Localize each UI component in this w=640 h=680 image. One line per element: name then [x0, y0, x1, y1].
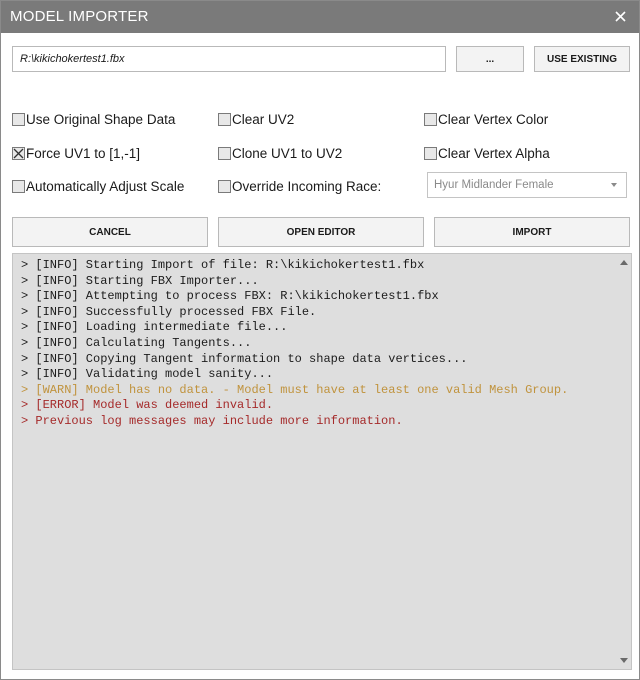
checkbox[interactable] — [12, 180, 25, 193]
log-output[interactable]: > [INFO] Starting Import of file: R:\kik… — [12, 253, 632, 670]
open-editor-button[interactable]: OPEN EDITOR — [218, 217, 424, 247]
option-label: Clear UV2 — [232, 112, 295, 127]
chevron-down-icon — [611, 183, 617, 187]
log-line-info: > [INFO] Successfully processed FBX File… — [21, 304, 317, 319]
option-force-uv1[interactable]: Force UV1 to [1,-1] — [12, 146, 140, 161]
option-use-original-shape-data[interactable]: Use Original Shape Data — [12, 112, 175, 127]
option-label: Clone UV1 to UV2 — [232, 146, 343, 161]
use-existing-button[interactable]: USE EXISTING — [534, 46, 630, 72]
option-label: Force UV1 to [1,-1] — [26, 146, 141, 161]
option-auto-adjust-scale[interactable]: Automatically Adjust Scale — [12, 179, 184, 194]
log-line-error: > Previous log messages may include more… — [21, 413, 403, 428]
checkbox[interactable] — [218, 147, 231, 160]
log-line-info: > [INFO] Validating model sanity... — [21, 367, 274, 382]
log-line-info: > [INFO] Loading intermediate file... — [21, 320, 288, 335]
log-line-info: > [INFO] Copying Tangent information to … — [21, 351, 468, 366]
race-select-value: Hyur Midlander Female — [434, 179, 554, 191]
window-title: MODEL IMPORTER — [10, 8, 149, 25]
scroll-down-arrow-icon[interactable] — [620, 658, 628, 663]
checkbox[interactable] — [218, 113, 231, 126]
check-mark-icon — [13, 148, 24, 159]
log-line-info: > [INFO] Starting Import of file: R:\kik… — [21, 258, 425, 272]
title-bar[interactable]: MODEL IMPORTER — [1, 1, 639, 33]
log-line-warn: > [WARN] Model has no data. - Model must… — [21, 382, 569, 397]
checkbox[interactable] — [12, 113, 25, 126]
checkbox[interactable] — [424, 113, 437, 126]
import-button[interactable]: IMPORT — [434, 217, 630, 247]
checkbox-checked[interactable] — [12, 147, 25, 160]
option-clear-vertex-alpha[interactable]: Clear Vertex Alpha — [424, 146, 550, 161]
model-importer-window: MODEL IMPORTER ... USE EXISTING Use Orig… — [0, 0, 640, 680]
option-override-race[interactable]: Override Incoming Race: — [218, 179, 381, 194]
option-label: Clear Vertex Alpha — [438, 146, 550, 161]
option-clone-uv1-to-uv2[interactable]: Clone UV1 to UV2 — [218, 146, 342, 161]
option-label: Use Original Shape Data — [26, 112, 176, 127]
race-select[interactable]: Hyur Midlander Female — [427, 172, 627, 198]
checkbox[interactable] — [218, 180, 231, 193]
log-line-info: > [INFO] Calculating Tangents... — [21, 335, 252, 350]
scroll-up-arrow-icon[interactable] — [620, 260, 628, 265]
log-lines: > [INFO] Starting Import of file: R:\kik… — [21, 258, 615, 430]
option-label: Clear Vertex Color — [438, 112, 549, 127]
option-label: Override Incoming Race: — [232, 179, 382, 194]
checkbox[interactable] — [424, 147, 437, 160]
log-line-info: > [INFO] Attempting to process FBX: R:\k… — [21, 289, 439, 304]
log-line-error: > [ERROR] Model was deemed invalid. — [21, 398, 274, 413]
close-icon[interactable] — [609, 5, 631, 27]
file-path-input[interactable] — [12, 46, 446, 72]
browse-button[interactable]: ... — [456, 46, 524, 72]
option-label: Automatically Adjust Scale — [26, 179, 185, 194]
option-clear-vertex-color[interactable]: Clear Vertex Color — [424, 112, 548, 127]
log-scrollbar[interactable] — [617, 254, 631, 669]
cancel-button[interactable]: CANCEL — [12, 217, 208, 247]
option-clear-uv2[interactable]: Clear UV2 — [218, 112, 294, 127]
log-line-info: > [INFO] Starting FBX Importer... — [21, 273, 259, 288]
